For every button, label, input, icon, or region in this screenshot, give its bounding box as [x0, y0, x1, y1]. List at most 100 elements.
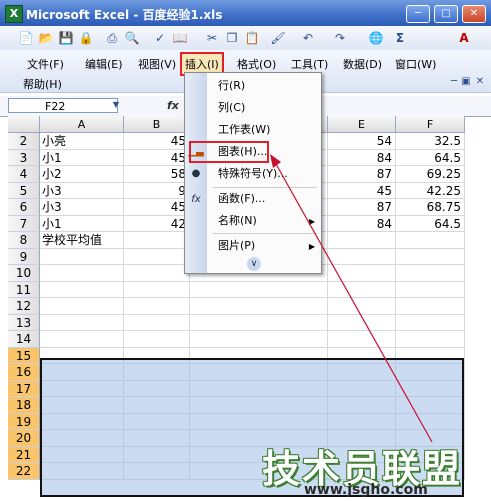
row-header[interactable]: 21 [8, 446, 40, 463]
row-header[interactable]: 20 [8, 430, 40, 447]
cell[interactable] [396, 281, 465, 298]
cell[interactable]: 42 [124, 215, 190, 232]
cell[interactable] [190, 281, 328, 298]
row-header[interactable]: 10 [8, 265, 40, 282]
cell[interactable]: 32.5 [396, 133, 465, 150]
cell[interactable] [40, 331, 124, 348]
cell[interactable]: 87 [328, 166, 396, 183]
menu-format[interactable]: 格式(O) [234, 54, 279, 74]
row-header[interactable]: 6 [8, 199, 40, 216]
fx-icon[interactable]: fx [167, 99, 179, 112]
cell[interactable] [190, 298, 328, 315]
cell[interactable] [396, 298, 465, 315]
new-file-icon[interactable]: 📄 [18, 30, 34, 46]
column-header-f[interactable]: F [396, 116, 465, 133]
cell[interactable] [40, 265, 124, 282]
cell[interactable] [328, 298, 396, 315]
cell[interactable]: 学校平均值 [40, 232, 124, 249]
cell[interactable]: 小2 [40, 166, 124, 183]
cell[interactable]: 小1 [40, 149, 124, 166]
cell[interactable]: 87 [328, 199, 396, 216]
cell[interactable] [328, 248, 396, 265]
cell[interactable] [328, 331, 396, 348]
cell[interactable] [40, 281, 124, 298]
cell[interactable] [124, 298, 190, 315]
cell[interactable]: 84 [328, 215, 396, 232]
row-header[interactable]: 2 [8, 133, 40, 150]
cell[interactable]: 小3 [40, 199, 124, 216]
cell[interactable]: 45 [124, 133, 190, 150]
print-icon[interactable]: ⎙ [104, 30, 120, 46]
row-header[interactable]: 11 [8, 281, 40, 298]
menu-file[interactable]: 文件(F) [24, 54, 67, 74]
spelling-icon[interactable]: ✓ [152, 30, 168, 46]
insert-name-item[interactable]: 名称(N) [218, 212, 257, 230]
column-header-e[interactable]: E [328, 116, 396, 133]
select-all-corner[interactable] [8, 116, 40, 133]
menu-edit[interactable]: 编辑(E) [82, 54, 126, 74]
cell[interactable]: 68.75 [396, 199, 465, 216]
cell[interactable]: 45 [328, 182, 396, 199]
autosum-icon[interactable]: Σ [392, 30, 408, 46]
row-header[interactable]: 19 [8, 413, 40, 430]
cell[interactable] [328, 314, 396, 331]
cell[interactable]: 54 [328, 133, 396, 150]
cell[interactable] [40, 298, 124, 315]
format-painter-icon[interactable]: 🖌 [270, 30, 286, 46]
menu-view[interactable]: 视图(V) [135, 54, 179, 74]
insert-worksheet-item[interactable]: 工作表(W) [218, 121, 270, 139]
insert-function-item[interactable]: 函数(F)... [218, 190, 265, 208]
cell[interactable]: 45 [124, 149, 190, 166]
print-preview-icon[interactable]: 🔍 [124, 30, 140, 46]
cell[interactable]: 58 [124, 166, 190, 183]
cell[interactable] [328, 265, 396, 282]
cell[interactable] [124, 314, 190, 331]
row-header[interactable]: 9 [8, 248, 40, 265]
permission-icon[interactable]: 🔒 [78, 30, 94, 46]
cell[interactable]: 小1 [40, 215, 124, 232]
hyperlink-icon[interactable]: 🌐 [368, 30, 384, 46]
cell[interactable] [328, 232, 396, 249]
menu-window[interactable]: 窗口(W) [392, 54, 439, 74]
cell[interactable]: 64.5 [396, 215, 465, 232]
cut-icon[interactable]: ✂ [204, 30, 220, 46]
cell[interactable]: 42.25 [396, 182, 465, 199]
row-header[interactable]: 12 [8, 298, 40, 315]
cell[interactable]: 9 [124, 182, 190, 199]
minimize-button[interactable]: ─ [406, 5, 430, 23]
cell[interactable]: 小亮 [40, 133, 124, 150]
cell[interactable] [40, 314, 124, 331]
row-header[interactable]: 16 [8, 364, 40, 381]
cell[interactable] [124, 248, 190, 265]
save-icon[interactable]: 💾 [58, 30, 74, 46]
row-header[interactable]: 5 [8, 182, 40, 199]
insert-symbol-item[interactable]: 特殊符号(Y)... [218, 165, 288, 183]
undo-icon[interactable]: ↶ [300, 30, 316, 46]
research-icon[interactable]: 📖 [172, 30, 188, 46]
insert-picture-item[interactable]: 图片(P) [218, 237, 255, 255]
cell[interactable] [396, 232, 465, 249]
cell[interactable] [124, 232, 190, 249]
row-header[interactable]: 7 [8, 215, 40, 232]
insert-column-item[interactable]: 列(C) [218, 99, 245, 117]
expand-menu-icon[interactable]: ∨ [247, 257, 261, 271]
paste-icon[interactable]: 📋 [244, 30, 260, 46]
cell[interactable] [124, 331, 190, 348]
cell[interactable] [396, 265, 465, 282]
cell[interactable] [40, 248, 124, 265]
maximize-button[interactable]: □ [434, 5, 458, 23]
column-header-b[interactable]: B [124, 116, 190, 133]
row-header[interactable]: 3 [8, 149, 40, 166]
row-header[interactable]: 13 [8, 314, 40, 331]
cell[interactable] [396, 314, 465, 331]
row-header[interactable]: 15 [8, 347, 40, 364]
insert-row-item[interactable]: 行(R) [218, 77, 245, 95]
redo-icon[interactable]: ↷ [332, 30, 348, 46]
cell[interactable] [190, 331, 328, 348]
cell[interactable] [396, 331, 465, 348]
cell[interactable] [190, 314, 328, 331]
cell[interactable]: 84 [328, 149, 396, 166]
close-button[interactable]: ✕ [462, 5, 486, 23]
cell[interactable]: 69.25 [396, 166, 465, 183]
copy-icon[interactable]: ❐ [224, 30, 240, 46]
